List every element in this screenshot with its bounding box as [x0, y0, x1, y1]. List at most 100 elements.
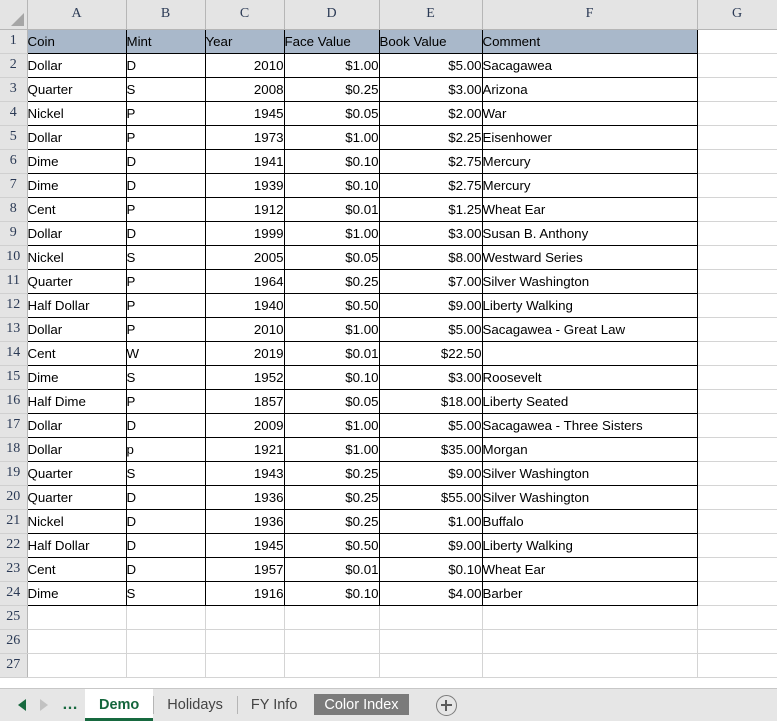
cell-E8[interactable]: $1.25 — [379, 197, 483, 222]
row-header-15[interactable]: 15 — [0, 365, 28, 390]
cell-G13[interactable] — [697, 317, 777, 342]
cell-G15[interactable] — [697, 365, 777, 390]
cell-F12[interactable]: Liberty Walking — [482, 293, 698, 318]
cell-E23[interactable]: $0.10 — [379, 557, 483, 582]
cell-A24[interactable]: Dime — [26, 581, 127, 606]
cell-F11[interactable]: Silver Washington — [482, 269, 698, 294]
cell-B15[interactable]: S — [126, 365, 206, 390]
cell-E24[interactable]: $4.00 — [379, 581, 483, 606]
sheet-tab-fy-info[interactable]: FY Info — [236, 689, 311, 721]
cell-F22[interactable]: Liberty Walking — [482, 533, 698, 558]
cell-B8[interactable]: P — [126, 197, 206, 222]
cell-B27[interactable] — [126, 653, 206, 678]
add-sheet-button[interactable] — [412, 689, 467, 721]
cell-D16[interactable]: $0.05 — [284, 389, 380, 414]
cell-F6[interactable]: Mercury — [482, 149, 698, 174]
row-header-8[interactable]: 8 — [0, 197, 28, 222]
cell-A10[interactable]: Nickel — [26, 245, 127, 270]
cell-F21[interactable]: Buffalo — [482, 509, 698, 534]
cell-A20[interactable]: Quarter — [26, 485, 127, 510]
row-header-9[interactable]: 9 — [0, 221, 28, 246]
cell-B18[interactable]: p — [126, 437, 206, 462]
cell-G10[interactable] — [697, 245, 777, 270]
cell-A26[interactable] — [27, 629, 127, 654]
cell-A12[interactable]: Half Dollar — [26, 293, 127, 318]
cell-C5[interactable]: 1973 — [205, 125, 285, 150]
cell-G3[interactable] — [697, 77, 777, 102]
header-cell-C1[interactable]: Year — [205, 29, 285, 54]
row-header-11[interactable]: 11 — [0, 269, 28, 294]
cell-C2[interactable]: 2010 — [205, 53, 285, 78]
cell-C21[interactable]: 1936 — [205, 509, 285, 534]
previous-sheet-arrow-icon[interactable] — [18, 699, 26, 711]
column-header-a[interactable]: A — [27, 0, 127, 30]
cell-E7[interactable]: $2.75 — [379, 173, 483, 198]
cell-D7[interactable]: $0.10 — [284, 173, 380, 198]
cell-D13[interactable]: $1.00 — [284, 317, 380, 342]
cell-G26[interactable] — [697, 629, 777, 654]
sheet-tab-demo[interactable]: Demo — [85, 689, 154, 721]
cell-B3[interactable]: S — [126, 77, 206, 102]
cell-D26[interactable] — [284, 629, 380, 654]
cell-A4[interactable]: Nickel — [26, 101, 127, 126]
row-header-17[interactable]: 17 — [0, 413, 28, 438]
cell-G21[interactable] — [697, 509, 777, 534]
worksheet-grid[interactable]: A B C D E F G 1 Coin Mint Year Face Value Book Value… — [0, 0, 777, 688]
cell-D15[interactable]: $0.10 — [284, 365, 380, 390]
cell-A15[interactable]: Dime — [26, 365, 127, 390]
cell-C20[interactable]: 1936 — [205, 485, 285, 510]
cell-B9[interactable]: D — [126, 221, 206, 246]
cell-D27[interactable] — [284, 653, 380, 678]
cell-A7[interactable]: Dime — [26, 173, 127, 198]
select-all-corner[interactable] — [0, 0, 28, 30]
cell-C10[interactable]: 2005 — [205, 245, 285, 270]
cell-G14[interactable] — [697, 341, 777, 366]
cell-A6[interactable]: Dime — [26, 149, 127, 174]
cell-F23[interactable]: Wheat Ear — [482, 557, 698, 582]
column-header-b[interactable]: B — [126, 0, 206, 30]
cell-B23[interactable]: D — [126, 557, 206, 582]
cell-E6[interactable]: $2.75 — [379, 149, 483, 174]
cell-F8[interactable]: Wheat Ear — [482, 197, 698, 222]
cell-G12[interactable] — [697, 293, 777, 318]
cell-D4[interactable]: $0.05 — [284, 101, 380, 126]
cell-B24[interactable]: S — [126, 581, 206, 606]
cell-D2[interactable]: $1.00 — [284, 53, 380, 78]
cell-A18[interactable]: Dollar — [26, 437, 127, 462]
cell-G5[interactable] — [697, 125, 777, 150]
row-header-2[interactable]: 2 — [0, 53, 28, 78]
cell-D18[interactable]: $1.00 — [284, 437, 380, 462]
cell-E15[interactable]: $3.00 — [379, 365, 483, 390]
cell-A27[interactable] — [27, 653, 127, 678]
row-header-1[interactable]: 1 — [0, 29, 28, 54]
cell-B7[interactable]: D — [126, 173, 206, 198]
cell-G23[interactable] — [697, 557, 777, 582]
cell-B10[interactable]: S — [126, 245, 206, 270]
next-sheet-arrow-icon[interactable] — [40, 699, 48, 711]
cell-F13[interactable]: Sacagawea - Great Law — [482, 317, 698, 342]
cell-B26[interactable] — [126, 629, 206, 654]
header-cell-D1[interactable]: Face Value — [284, 29, 380, 54]
cell-F4[interactable]: War — [482, 101, 698, 126]
cell-E20[interactable]: $55.00 — [379, 485, 483, 510]
cell-B19[interactable]: S — [126, 461, 206, 486]
cell-G1[interactable] — [697, 29, 777, 54]
cell-A8[interactable]: Cent — [26, 197, 127, 222]
cell-C24[interactable]: 1916 — [205, 581, 285, 606]
cell-F25[interactable] — [482, 605, 698, 630]
cell-F18[interactable]: Morgan — [482, 437, 698, 462]
cell-C12[interactable]: 1940 — [205, 293, 285, 318]
column-header-f[interactable]: F — [482, 0, 698, 30]
sheet-tab-holidays[interactable]: Holidays — [153, 689, 237, 721]
cell-B12[interactable]: P — [126, 293, 206, 318]
header-cell-E1[interactable]: Book Value — [379, 29, 483, 54]
cell-E21[interactable]: $1.00 — [379, 509, 483, 534]
row-header-27[interactable]: 27 — [0, 653, 28, 678]
cell-D19[interactable]: $0.25 — [284, 461, 380, 486]
cell-F10[interactable]: Westward Series — [482, 245, 698, 270]
row-header-26[interactable]: 26 — [0, 629, 28, 654]
cell-F17[interactable]: Sacagawea - Three Sisters — [482, 413, 698, 438]
row-header-6[interactable]: 6 — [0, 149, 28, 174]
cell-G2[interactable] — [697, 53, 777, 78]
cell-F15[interactable]: Roosevelt — [482, 365, 698, 390]
